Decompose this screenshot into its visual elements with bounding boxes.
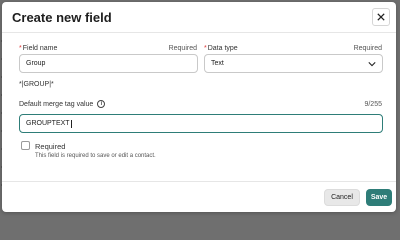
info-icon[interactable]: i <box>97 100 106 108</box>
merge-tag: *|GROUP|* <box>19 81 54 88</box>
data-type-select[interactable]: Text <box>204 54 383 73</box>
data-type-label: *Data type <box>204 45 238 52</box>
dialog-header: Create new field <box>2 2 396 33</box>
cancel-button[interactable]: Cancel <box>324 189 360 206</box>
dialog-footer: Cancel Save <box>2 181 396 212</box>
default-merge-input[interactable]: GROUPTEXT <box>19 114 383 133</box>
field-name-label: *Field name <box>19 45 57 52</box>
required-description: This field is required to save or edit a… <box>35 153 156 159</box>
close-icon <box>377 13 385 21</box>
required-checkbox-label[interactable]: Required <box>35 142 65 151</box>
character-count: 9/255 <box>364 101 382 108</box>
default-merge-label: Default merge tag value i <box>19 100 106 108</box>
default-merge-label-text: Default merge tag value <box>19 100 94 108</box>
field-name-label-text: Field name <box>22 45 58 52</box>
create-field-dialog: Create new field *Field name Required Gr… <box>2 2 396 212</box>
field-name-input[interactable]: Group <box>19 54 198 73</box>
chevron-down-icon <box>368 62 376 67</box>
field-name-required-note: Required <box>168 45 197 52</box>
data-type-value: Text <box>211 60 224 67</box>
data-type-required-note: Required <box>353 45 382 52</box>
required-marker: * <box>204 45 207 52</box>
default-merge-value: GROUPTEXT <box>26 120 70 127</box>
data-type-label-text: Data type <box>207 45 238 52</box>
save-button[interactable]: Save <box>366 189 392 206</box>
required-marker: * <box>19 45 22 52</box>
text-caret <box>70 119 72 128</box>
dialog-title: Create new field <box>12 10 112 25</box>
field-name-value: Group <box>26 60 46 67</box>
required-checkbox[interactable] <box>21 141 30 150</box>
close-button[interactable] <box>372 8 390 26</box>
